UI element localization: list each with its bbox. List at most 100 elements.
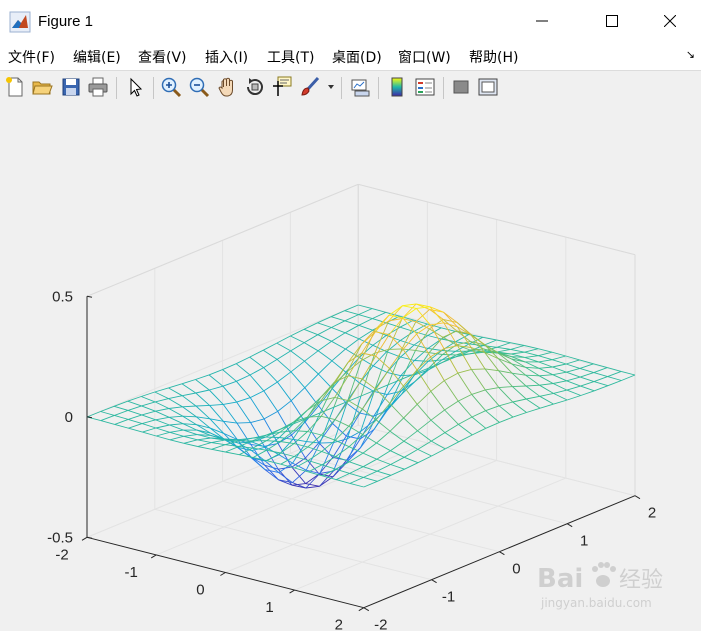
mesh-line xyxy=(403,403,418,419)
brush-icon[interactable] xyxy=(299,76,321,98)
mesh-line xyxy=(457,372,473,395)
zoom-out-icon[interactable] xyxy=(188,76,210,98)
mesh-line xyxy=(317,340,332,352)
tick-mark xyxy=(150,554,157,559)
mesh-line xyxy=(607,367,622,372)
mesh-line xyxy=(304,373,319,389)
mesh-line xyxy=(552,359,567,365)
mesh-line xyxy=(457,345,472,348)
pan-icon[interactable] xyxy=(216,76,238,98)
menu-view[interactable]: 查看(V) xyxy=(138,47,187,67)
mesh-line xyxy=(525,374,540,377)
rotate-3d-icon[interactable] xyxy=(244,76,266,98)
mesh-line xyxy=(416,390,432,405)
mesh-line xyxy=(321,451,336,458)
mesh-line xyxy=(389,417,404,432)
menu-edit[interactable]: 编辑(E) xyxy=(73,47,121,67)
mesh-line xyxy=(538,355,553,361)
mesh-line xyxy=(358,324,373,331)
menu-desktop[interactable]: 桌面(D) xyxy=(332,47,382,67)
mesh-line xyxy=(211,448,226,453)
minimize-button[interactable] xyxy=(519,0,565,42)
mesh-line xyxy=(442,330,457,338)
mesh-line xyxy=(417,430,432,442)
menu-file[interactable]: 文件(F) xyxy=(8,47,55,67)
menu-window[interactable]: 窗口(W) xyxy=(398,47,451,67)
dock-arrow-icon[interactable]: ↘ xyxy=(686,48,695,61)
menu-insert[interactable]: 插入(I) xyxy=(205,47,248,67)
mesh-line xyxy=(209,385,224,391)
save-icon[interactable] xyxy=(60,76,82,98)
mesh-line xyxy=(303,328,318,336)
mesh-line xyxy=(182,405,197,408)
mesh-line xyxy=(344,320,359,326)
watermark-brand: Bai xyxy=(537,564,583,594)
colorbar-icon[interactable] xyxy=(386,76,408,98)
tick-mark xyxy=(431,579,437,584)
brush-dropdown-icon[interactable] xyxy=(327,83,335,91)
mesh-line xyxy=(349,461,364,468)
mesh-line xyxy=(128,423,143,429)
mesh-line xyxy=(182,415,197,418)
mesh-line xyxy=(127,409,142,416)
mesh-line xyxy=(277,400,292,412)
mesh-line xyxy=(305,442,320,459)
mesh-line xyxy=(155,410,170,418)
mesh-line xyxy=(249,367,264,376)
figure-canvas[interactable]: -0.5 0 0.5 -2 -1 0 1 2 -2 -1 0 1 2 xyxy=(0,104,701,631)
menu-tools[interactable]: 工具(T) xyxy=(267,47,314,67)
mesh-line xyxy=(168,387,183,397)
mesh-line xyxy=(444,441,459,450)
mesh-line xyxy=(358,318,373,326)
mesh-line xyxy=(280,441,295,445)
mesh-line xyxy=(236,397,251,403)
mesh-line xyxy=(266,440,281,442)
mesh-line xyxy=(318,360,333,375)
mesh-line xyxy=(168,398,183,408)
mesh-line xyxy=(349,476,364,484)
edit-plot-icon[interactable] xyxy=(124,76,146,98)
tick-mark xyxy=(220,572,226,576)
mesh-line xyxy=(236,381,251,398)
mesh-line xyxy=(142,427,157,433)
mesh-line xyxy=(512,398,527,403)
mesh-line xyxy=(539,383,554,386)
mesh-line xyxy=(277,381,292,401)
print-icon[interactable] xyxy=(87,76,109,98)
menu-help[interactable]: 帮助(H) xyxy=(469,47,518,67)
hide-plot-tools-icon[interactable] xyxy=(450,76,472,98)
x-tick-label: -1 xyxy=(125,564,138,581)
mesh-line xyxy=(209,403,224,406)
mesh-line xyxy=(195,392,210,406)
mesh-line xyxy=(290,342,305,352)
mesh-line xyxy=(303,334,319,343)
mesh-line xyxy=(249,374,265,392)
mesh-line xyxy=(208,374,224,387)
grid-line xyxy=(290,452,568,525)
data-cursor-icon[interactable] xyxy=(271,76,293,98)
show-plot-tools-icon[interactable] xyxy=(477,76,499,98)
mesh-line xyxy=(169,415,183,418)
mesh-line xyxy=(330,316,346,322)
legend-icon[interactable] xyxy=(414,76,436,98)
watermark-url: jingyan.baidu.com xyxy=(540,596,652,610)
open-file-icon[interactable] xyxy=(31,76,53,98)
mesh-line xyxy=(305,473,320,484)
zoom-in-icon[interactable] xyxy=(160,76,182,98)
mesh-line xyxy=(607,380,622,387)
link-plot-icon[interactable] xyxy=(349,76,371,98)
mesh-line xyxy=(458,434,473,443)
mesh-line xyxy=(593,372,608,378)
mesh-line xyxy=(308,464,323,473)
mesh-line xyxy=(197,442,212,447)
mesh-line xyxy=(496,346,511,350)
mesh-line xyxy=(277,371,292,383)
maximize-button[interactable] xyxy=(589,0,635,42)
mesh-line xyxy=(317,350,333,362)
mesh-line xyxy=(390,456,405,465)
close-button[interactable] xyxy=(647,0,693,42)
mesh-line xyxy=(334,419,349,427)
mesh-line xyxy=(222,363,237,371)
new-figure-icon[interactable] xyxy=(4,76,26,98)
mesh-line xyxy=(580,381,595,387)
